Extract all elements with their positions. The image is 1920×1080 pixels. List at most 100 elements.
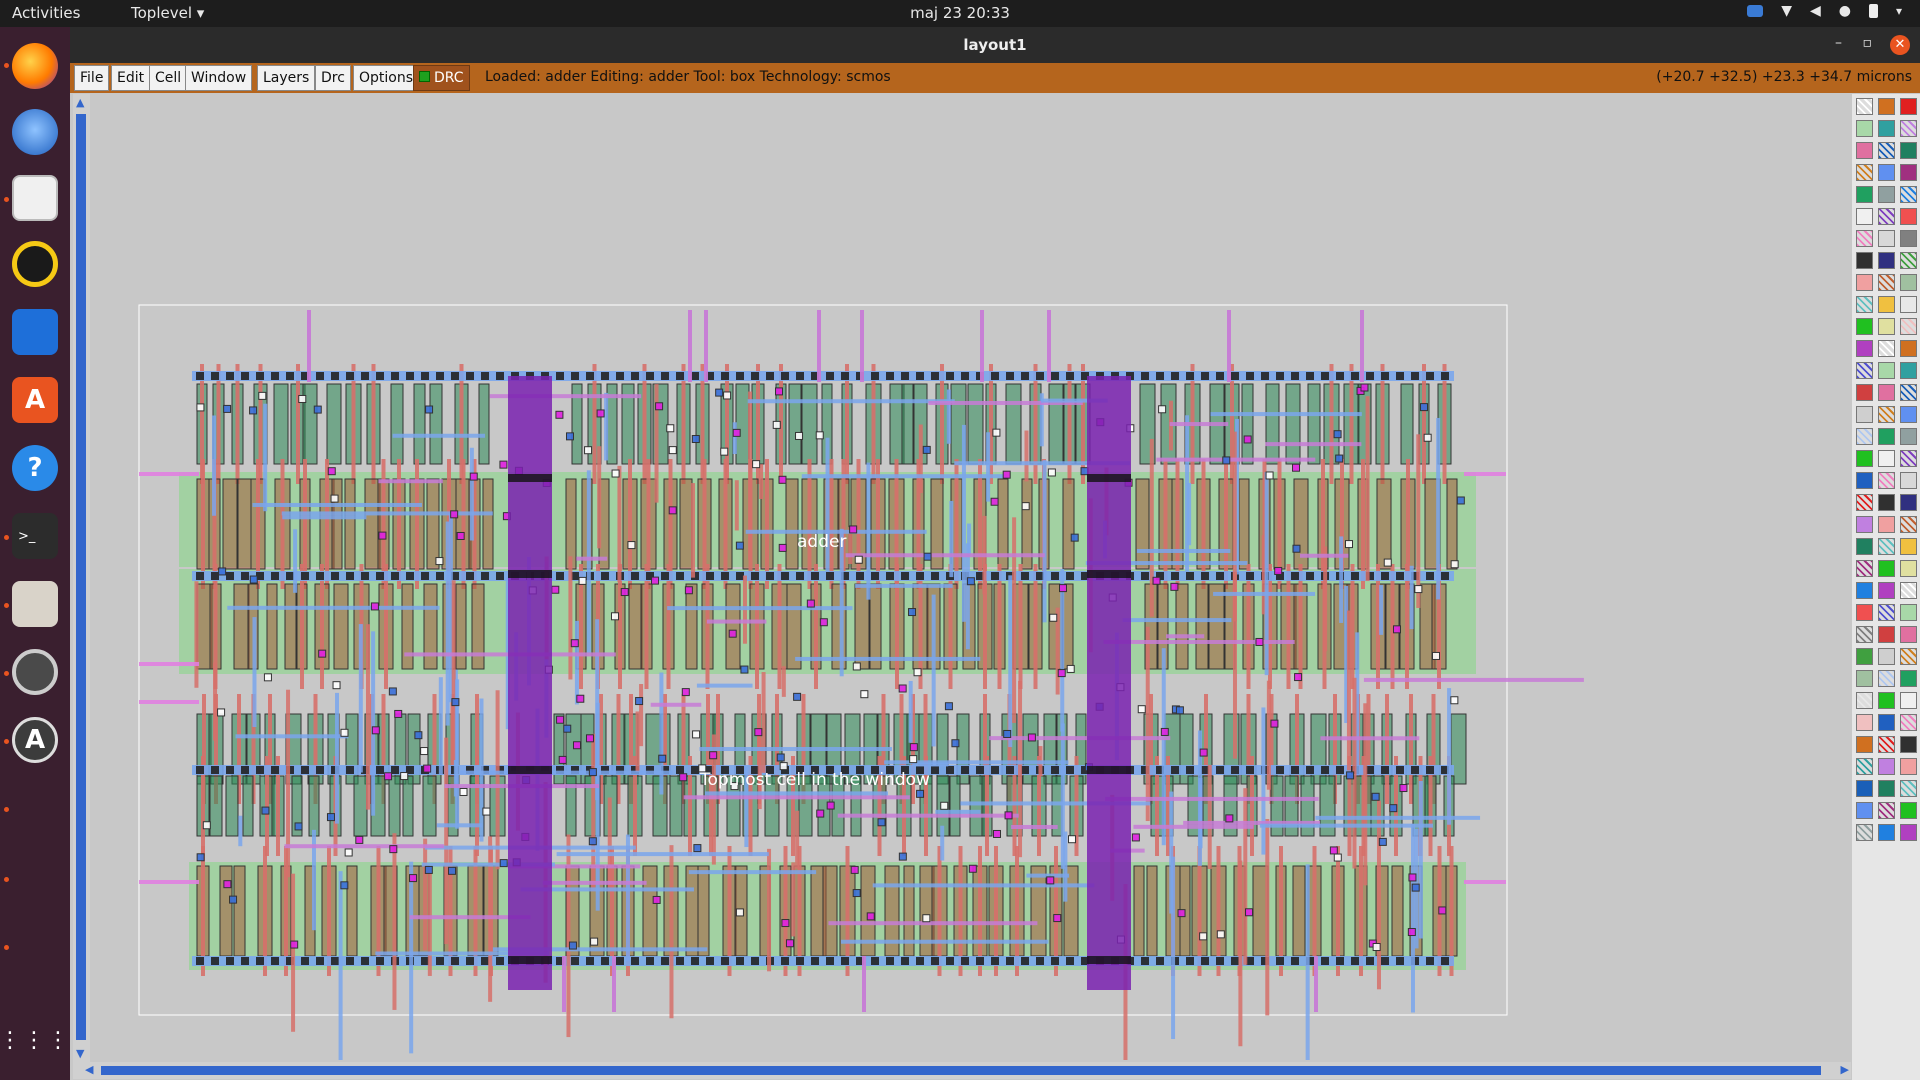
- layer-swatch[interactable]: [1900, 560, 1917, 577]
- power-menu-icon[interactable]: ▾: [1896, 4, 1902, 18]
- layer-swatch[interactable]: [1878, 648, 1895, 665]
- layer-swatch[interactable]: [1900, 120, 1917, 137]
- layer-swatch[interactable]: [1878, 450, 1895, 467]
- magic-app-icon[interactable]: [12, 581, 58, 627]
- layer-swatch[interactable]: [1878, 626, 1895, 643]
- layer-palette[interactable]: [1852, 94, 1920, 1080]
- layer-swatch[interactable]: [1900, 626, 1917, 643]
- app-menu[interactable]: Toplevel ▾: [131, 4, 204, 22]
- software-center-icon[interactable]: A: [12, 377, 58, 423]
- layer-swatch[interactable]: [1900, 736, 1917, 753]
- show-apps-icon[interactable]: ⋮⋮⋮: [0, 1017, 69, 1063]
- layer-swatch[interactable]: [1856, 340, 1873, 357]
- layer-swatch[interactable]: [1856, 626, 1873, 643]
- layer-swatch[interactable]: [1878, 340, 1895, 357]
- menu-layers[interactable]: Layers: [257, 65, 316, 91]
- layer-swatch[interactable]: [1856, 758, 1873, 775]
- clock[interactable]: maj 23 20:33: [0, 4, 1920, 22]
- layer-swatch[interactable]: [1878, 560, 1895, 577]
- layer-swatch[interactable]: [1900, 604, 1917, 621]
- layer-swatch[interactable]: [1878, 824, 1895, 841]
- layer-swatch[interactable]: [1900, 802, 1917, 819]
- layer-swatch[interactable]: [1878, 516, 1895, 533]
- menu-cell[interactable]: Cell: [149, 65, 188, 91]
- thunderbird-icon[interactable]: [12, 109, 58, 155]
- layer-swatch[interactable]: [1878, 186, 1895, 203]
- battery-icon[interactable]: [1868, 4, 1878, 18]
- layer-swatch[interactable]: [1856, 560, 1873, 577]
- layer-swatch[interactable]: [1856, 538, 1873, 555]
- layer-swatch[interactable]: [1900, 758, 1917, 775]
- layer-swatch[interactable]: [1900, 780, 1917, 797]
- layer-swatch[interactable]: [1856, 318, 1873, 335]
- layer-swatch[interactable]: [1878, 98, 1895, 115]
- layer-swatch[interactable]: [1856, 120, 1873, 137]
- vertical-scroll-thumb[interactable]: [76, 114, 86, 1040]
- files-icon[interactable]: [12, 175, 58, 221]
- layer-swatch[interactable]: [1878, 472, 1895, 489]
- layer-swatch[interactable]: [1878, 208, 1895, 225]
- minimize-button[interactable]: –: [1835, 35, 1842, 51]
- system-tray[interactable]: ▼ ◀ ● ▾: [1747, 3, 1902, 19]
- layer-swatch[interactable]: [1856, 472, 1873, 489]
- layer-swatch[interactable]: [1900, 252, 1917, 269]
- layer-swatch[interactable]: [1900, 494, 1917, 511]
- layer-swatch[interactable]: [1878, 164, 1895, 181]
- layer-swatch[interactable]: [1856, 164, 1873, 181]
- layer-swatch[interactable]: [1900, 450, 1917, 467]
- layer-swatch[interactable]: [1900, 406, 1917, 423]
- menu-options[interactable]: Options: [353, 65, 420, 91]
- rhythmbox-icon[interactable]: [12, 241, 58, 287]
- layer-swatch[interactable]: [1856, 274, 1873, 291]
- layer-swatch[interactable]: [1900, 582, 1917, 599]
- layer-swatch[interactable]: [1856, 780, 1873, 797]
- layer-swatch[interactable]: [1878, 230, 1895, 247]
- wifi-icon[interactable]: ▼: [1781, 3, 1792, 19]
- layer-swatch[interactable]: [1900, 670, 1917, 687]
- layer-swatch[interactable]: [1878, 274, 1895, 291]
- terminal-icon[interactable]: >_: [12, 513, 58, 559]
- scroll-right-icon[interactable]: ▶: [1841, 1063, 1849, 1076]
- layer-swatch[interactable]: [1856, 296, 1873, 313]
- layer-swatch[interactable]: [1856, 428, 1873, 445]
- layer-swatch[interactable]: [1878, 802, 1895, 819]
- layer-swatch[interactable]: [1900, 318, 1917, 335]
- scroll-left-icon[interactable]: ◀: [85, 1063, 93, 1076]
- layer-swatch[interactable]: [1900, 538, 1917, 555]
- menu-file[interactable]: File: [74, 65, 110, 91]
- layer-swatch[interactable]: [1856, 362, 1873, 379]
- layer-swatch[interactable]: [1856, 406, 1873, 423]
- firefox-icon[interactable]: [12, 43, 58, 89]
- layer-swatch[interactable]: [1900, 714, 1917, 731]
- layer-swatch[interactable]: [1900, 472, 1917, 489]
- layout-canvas[interactable]: adder Topmost cell in the window: [92, 94, 1852, 1060]
- volume-icon[interactable]: ◀: [1810, 3, 1821, 19]
- layer-swatch[interactable]: [1900, 164, 1917, 181]
- layer-swatch[interactable]: [1856, 582, 1873, 599]
- layer-swatch[interactable]: [1878, 538, 1895, 555]
- layer-swatch[interactable]: [1856, 450, 1873, 467]
- layer-swatch[interactable]: [1900, 340, 1917, 357]
- layer-swatch[interactable]: [1878, 758, 1895, 775]
- layer-swatch[interactable]: [1878, 582, 1895, 599]
- activities-button[interactable]: Activities: [12, 4, 80, 22]
- layer-swatch[interactable]: [1878, 362, 1895, 379]
- layer-swatch[interactable]: [1856, 692, 1873, 709]
- layer-swatch[interactable]: [1856, 142, 1873, 159]
- layer-swatch[interactable]: [1878, 296, 1895, 313]
- layer-swatch[interactable]: [1878, 384, 1895, 401]
- window-titlebar[interactable]: layout1 – ▫ ✕: [70, 27, 1920, 63]
- layer-swatch[interactable]: [1878, 406, 1895, 423]
- layer-swatch[interactable]: [1878, 494, 1895, 511]
- layer-swatch[interactable]: [1856, 384, 1873, 401]
- layer-swatch[interactable]: [1856, 494, 1873, 511]
- layout-drawing[interactable]: [92, 94, 1852, 1060]
- layer-swatch[interactable]: [1900, 274, 1917, 291]
- layer-swatch[interactable]: [1878, 318, 1895, 335]
- layer-swatch[interactable]: [1856, 648, 1873, 665]
- updater-icon[interactable]: A: [12, 717, 58, 763]
- layer-swatch[interactable]: [1900, 428, 1917, 445]
- layer-swatch[interactable]: [1878, 120, 1895, 137]
- layer-swatch[interactable]: [1900, 692, 1917, 709]
- layer-swatch[interactable]: [1878, 604, 1895, 621]
